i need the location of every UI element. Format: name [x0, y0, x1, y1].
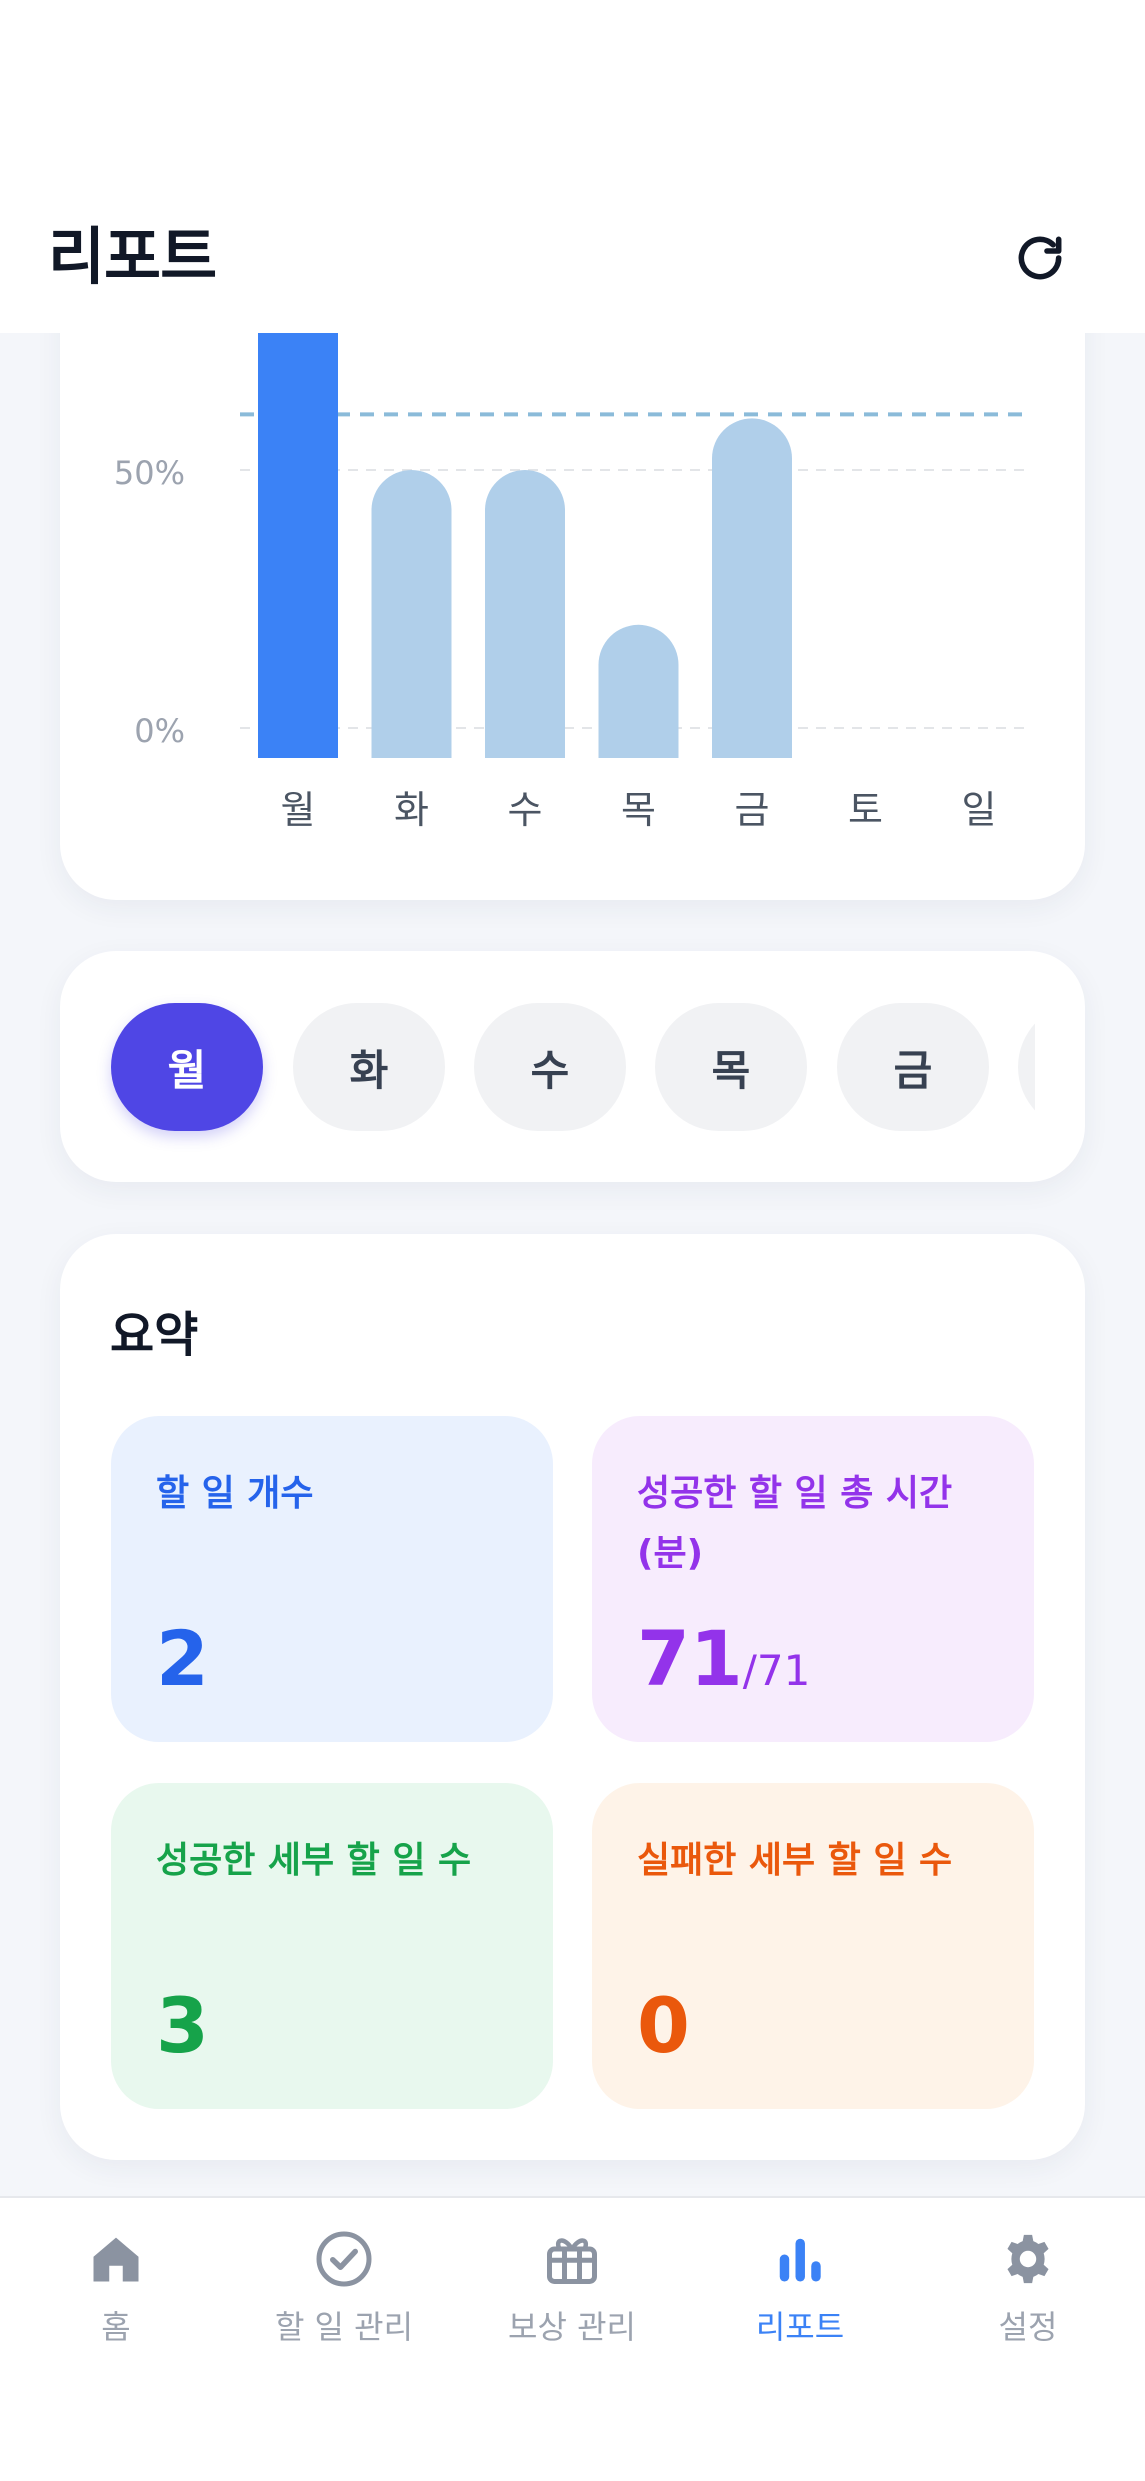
x-tick-label: 일 [962, 788, 997, 832]
chart-bar-base [485, 718, 565, 758]
stat-value: 71/71 [637, 1614, 811, 1703]
refresh-button[interactable] [1010, 228, 1070, 288]
stat-label: 할 일 개수 [156, 1473, 314, 1514]
chart-bar-base [371, 718, 452, 758]
y-tick-label: 0% [134, 712, 185, 750]
day-pill-mon[interactable]: 월 [111, 1003, 263, 1131]
chart-bar[interactable] [371, 470, 452, 758]
y-tick-label: 50% [114, 454, 185, 492]
gift-icon [547, 2238, 597, 2284]
bar-chart-icon [779, 2238, 821, 2282]
day-pill-thu[interactable]: 목 [655, 1003, 807, 1131]
nav-home[interactable]: 홈 [2, 2226, 230, 2348]
stat-card-success-time: 성공한 할 일 총 시간 (분) 71/71 [592, 1416, 1034, 1742]
x-tick-label: 화 [394, 788, 429, 832]
chart-bar-base [598, 718, 679, 758]
summary-title: 요약 [110, 1307, 199, 1363]
x-tick-label: 토 [848, 788, 883, 832]
check-circle-icon [316, 2231, 372, 2287]
refresh-icon [1018, 236, 1062, 280]
x-tick-label: 금 [735, 788, 770, 832]
nav-label: 설정 [998, 2308, 1058, 2346]
x-tick-label: 월 [281, 788, 316, 832]
x-tick-label: 수 [508, 788, 543, 832]
stat-value: 3 [156, 1981, 209, 2070]
stat-label: 실패한 세부 할 일 수 [637, 1840, 953, 1881]
gear-icon [1007, 2234, 1049, 2284]
day-pill-sat-clip: 토 [1018, 1003, 1035, 1131]
nav-label: 보상 관리 [508, 2308, 636, 2346]
chart-bar[interactable] [485, 470, 565, 758]
stat-label: 성공한 할 일 총 시간 (분) [637, 1473, 953, 1574]
nav-report[interactable]: 리포트 [686, 2226, 914, 2348]
page-title: 리포트 [48, 220, 217, 293]
nav-label: 홈 [101, 2308, 131, 2346]
nav-reward-management[interactable]: 보상 관리 [458, 2226, 686, 2348]
stat-card-failed-subtasks: 실패한 세부 할 일 수 0 [592, 1783, 1034, 2109]
stat-card-success-subtasks: 성공한 세부 할 일 수 3 [111, 1783, 553, 2109]
stat-value: 0 [637, 1981, 690, 2070]
stat-label: 성공한 세부 할 일 수 [156, 1840, 472, 1881]
day-pill-fri[interactable]: 금 [837, 1003, 989, 1131]
nav-label: 할 일 관리 [274, 2308, 414, 2346]
stat-card-task-count: 할 일 개수 2 [111, 1416, 553, 1742]
nav-settings[interactable]: 설정 [914, 2226, 1142, 2348]
stat-value: 2 [156, 1614, 209, 1703]
chart-bar-base [712, 718, 792, 758]
day-pill-wed[interactable]: 수 [474, 1003, 626, 1131]
home-icon [93, 2237, 139, 2282]
x-tick-label: 목 [621, 788, 656, 832]
nav-task-management[interactable]: 할 일 관리 [230, 2226, 458, 2348]
header: 리포트 [0, 0, 1145, 333]
day-pill-tue[interactable]: 화 [293, 1003, 445, 1131]
day-pill-sat[interactable]: 토 [1018, 1003, 1035, 1131]
nav-label: 리포트 [755, 2308, 845, 2346]
chart-bar[interactable] [712, 418, 792, 758]
